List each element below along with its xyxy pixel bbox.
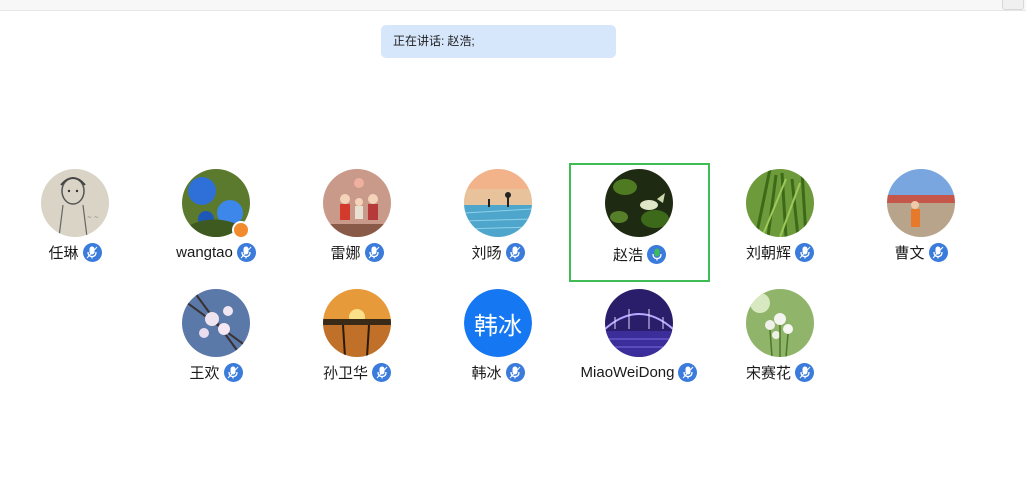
participant-tile[interactable]: MiaoWeiDong xyxy=(579,285,699,395)
avatar xyxy=(605,289,673,357)
participant-name-row: 刘朝辉 xyxy=(720,241,840,263)
participant-name: 雷娜 xyxy=(330,244,361,262)
host-badge-icon xyxy=(232,221,250,239)
participant-name-row: 雷娜 xyxy=(297,241,417,263)
participant-name: 任琳 xyxy=(48,244,79,262)
avatar xyxy=(746,289,814,357)
avatar xyxy=(605,169,673,237)
participant-name: 曹文 xyxy=(894,244,925,262)
participant-name: 宋赛花 xyxy=(745,364,791,382)
participant-tile[interactable]: ~ ~ 任琳 xyxy=(15,165,135,275)
avatar xyxy=(746,169,814,237)
participant-name: 王欢 xyxy=(189,364,220,382)
microphone-icon[interactable] xyxy=(223,362,243,382)
participant-name: 孙卫华 xyxy=(322,364,368,382)
participant-name-row: 赵浩 xyxy=(571,243,708,265)
speaking-label: 正在讲话: xyxy=(393,34,445,48)
microphone-icon[interactable] xyxy=(795,362,814,382)
svg-text:~ ~: ~ ~ xyxy=(87,214,99,221)
participant-name-row: 宋赛花 xyxy=(720,361,840,383)
microphone-icon[interactable] xyxy=(678,362,698,382)
participant-tile[interactable]: 宋赛花 xyxy=(720,285,840,395)
participant-name: 刘旸 xyxy=(471,244,502,262)
window-top-bar xyxy=(0,0,1026,11)
microphone-icon[interactable] xyxy=(372,362,391,382)
participant-name: 刘朝辉 xyxy=(745,244,791,262)
window-corner-button[interactable] xyxy=(1002,0,1024,10)
participant-tile[interactable]: 刘朝辉 xyxy=(720,165,840,275)
avatar: 韩冰 xyxy=(464,289,532,357)
participant-tile-active-speaker[interactable]: 赵浩 xyxy=(569,163,710,282)
speaking-names: 赵浩; xyxy=(447,34,475,48)
participant-name-row: 孙卫华 xyxy=(297,361,417,383)
participant-tile[interactable]: 韩冰 韩冰 xyxy=(438,285,558,395)
speaking-indicator: 正在讲话: 赵浩; xyxy=(381,25,616,58)
participant-tile[interactable]: 刘旸 xyxy=(438,165,558,275)
microphone-speaking-icon[interactable] xyxy=(647,244,666,264)
participant-name: 韩冰 xyxy=(471,364,502,382)
participant-name: MiaoWeiDong xyxy=(580,363,675,381)
participant-name-row: 任琳 xyxy=(15,241,135,263)
participant-name-row: 刘旸 xyxy=(438,241,558,263)
microphone-icon[interactable] xyxy=(505,362,525,382)
participant-tile[interactable]: wangtao xyxy=(156,165,276,275)
avatar xyxy=(464,169,532,237)
participant-name-row: wangtao xyxy=(156,241,276,263)
participant-name-row: 王欢 xyxy=(156,361,276,383)
participant-name-row: 曹文 xyxy=(861,241,981,263)
microphone-icon[interactable] xyxy=(795,242,814,262)
avatar xyxy=(323,289,391,357)
avatar xyxy=(887,169,955,237)
microphone-icon[interactable] xyxy=(364,242,384,262)
participant-name-row: 韩冰 xyxy=(438,361,558,383)
text-avatar: 韩冰 xyxy=(464,289,532,357)
participant-name: wangtao xyxy=(176,243,233,261)
participant-name: 赵浩 xyxy=(612,246,643,264)
participant-tile[interactable]: 孙卫华 xyxy=(297,285,417,395)
participant-name-row: MiaoWeiDong xyxy=(579,361,699,383)
microphone-icon[interactable] xyxy=(505,242,525,262)
microphone-icon[interactable] xyxy=(82,242,102,262)
avatar: ~ ~ xyxy=(41,169,109,237)
avatar xyxy=(182,289,250,357)
microphone-icon[interactable] xyxy=(928,242,948,262)
avatar xyxy=(323,169,391,237)
microphone-icon[interactable] xyxy=(236,242,256,262)
participant-tile[interactable]: 雷娜 xyxy=(297,165,417,275)
participant-tile[interactable]: 曹文 xyxy=(861,165,981,275)
participant-tile[interactable]: 王欢 xyxy=(156,285,276,395)
